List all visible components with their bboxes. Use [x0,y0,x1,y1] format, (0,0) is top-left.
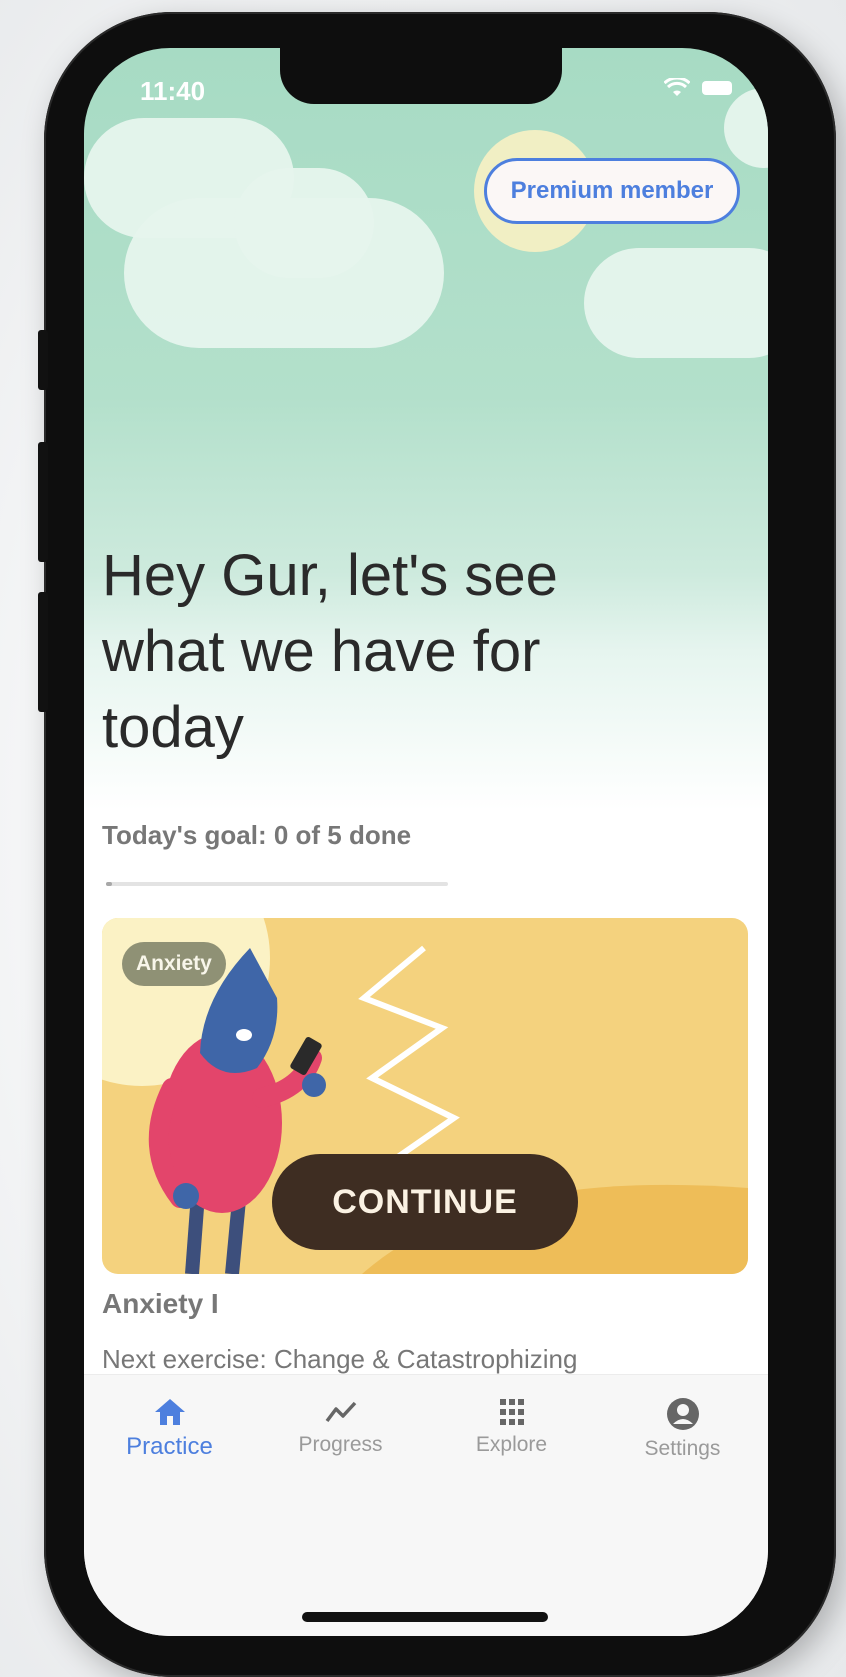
status-icons [664,78,732,98]
tab-label: Practice [126,1433,213,1460]
tab-practice[interactable]: Practice [84,1397,255,1461]
daily-goal-text: Today's goal: 0 of 5 done [102,820,412,850]
grid-icon [499,1399,524,1425]
home-icon [154,1399,185,1425]
cloud-illustration [234,168,374,278]
next-exercise-text: Next exercise: Change & Catastrophizing [102,1344,578,1374]
category-tag: Anxiety [122,942,226,986]
wifi-icon [664,78,690,96]
cloud-illustration [724,88,768,168]
volume-up-button [38,442,48,562]
tab-explore[interactable]: Explore [426,1397,597,1457]
course-title: Anxiety I [102,1288,219,1319]
tab-label: Settings [644,1437,721,1460]
app-screen: 11:40 Premium member Hey Gur, let's see … [84,48,768,1636]
course-card[interactable]: Anxiety CONTINUE [102,918,748,1274]
greeting-heading: Hey Gur, let's see what we have for toda… [102,543,558,760]
premium-member-button[interactable]: Premium member [484,158,740,224]
volume-down-button [38,592,48,712]
daily-goal-progress-bar [106,882,448,886]
tab-label: Explore [475,1433,548,1456]
tab-progress[interactable]: Progress [255,1397,426,1457]
mute-switch [38,330,48,390]
trend-icon [325,1401,356,1423]
tab-settings[interactable]: Settings [597,1397,768,1461]
home-indicator [302,1612,548,1622]
battery-icon [702,81,732,95]
notch [280,48,562,104]
account-icon [666,1398,699,1430]
status-time: 11:40 [140,76,206,106]
tab-bar: Practice Progress Explore Settings [84,1374,768,1636]
continue-button[interactable]: CONTINUE [272,1154,578,1250]
cloud-illustration [584,248,768,358]
daily-goal-progress-fill [106,882,113,886]
tab-label: Progress [298,1433,383,1456]
